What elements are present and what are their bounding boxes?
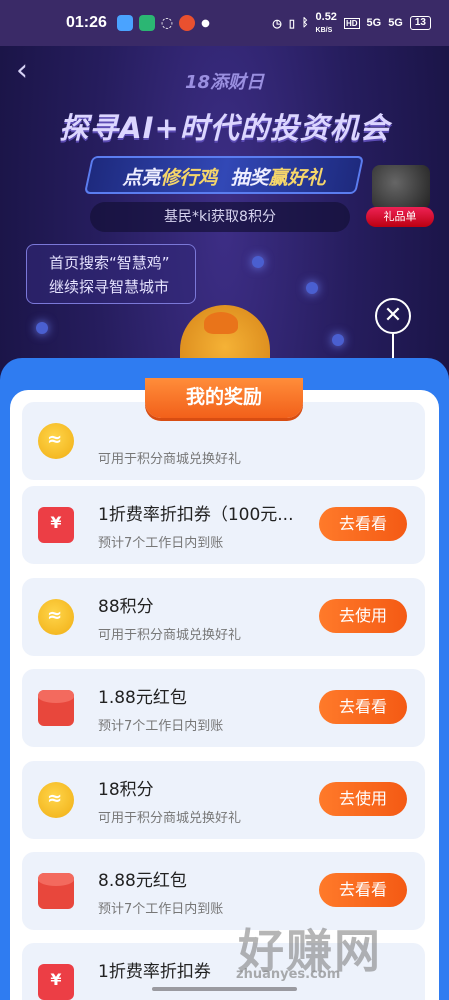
view-button[interactable]: 去看看 <box>319 690 407 724</box>
battery-icon: 13 <box>409 16 431 30</box>
item-title: 1折费率折扣券 <box>98 962 211 982</box>
search-tip-line1: 首页搜索“智慧鸡” <box>49 254 170 272</box>
status-system-icons: ◷ ▯ ᛒ 0.52 KB/S HD 5G 5G 13 <box>272 11 431 35</box>
modal-title: 我的奖励 <box>145 378 303 418</box>
map-dot <box>332 334 344 346</box>
subline-text: 点亮修行鸡 抽奖赢好礼 <box>122 167 326 189</box>
item-desc: 可用于积分商城兑换好礼 <box>98 628 242 643</box>
hd-badge: HD <box>343 17 360 29</box>
wechat-icon <box>138 15 155 31</box>
list-item: ≈ 88积分 可用于积分商城兑换好礼 去使用 <box>22 578 425 656</box>
list-item: ¥ 1折费率折扣券（100元... 预计7个工作日内到账 去看看 <box>22 486 425 564</box>
signal-5g-2: 5G <box>388 17 403 29</box>
item-desc: 预计7个工作日内到账 <box>98 536 224 551</box>
close-icon[interactable]: ✕ <box>375 298 411 334</box>
coupon-icon: ¥ <box>38 964 74 1000</box>
item-title: 8.88元红包 <box>98 871 187 891</box>
red-packet-icon <box>38 690 74 726</box>
reward-modal: ≈ 可用于积分商城兑换好礼 ¥ 1折费率折扣券（100元... 预计7个工作日内… <box>10 390 439 1000</box>
red-packet-icon <box>38 873 74 909</box>
search-tip-line2: 继续探寻智慧城市 <box>49 278 170 296</box>
status-app-icons: ◌ ● <box>116 15 210 31</box>
item-desc: 可用于积分商城兑换好礼 <box>98 452 242 467</box>
alarm-icon: ◷ <box>272 17 282 30</box>
use-button[interactable]: 去使用 <box>319 782 407 816</box>
points-banner: 基民*ki获取8积分 <box>90 202 350 232</box>
item-desc: 预计7个工作日内到账 <box>98 719 224 734</box>
net-speed: 0.52 KB/S <box>315 11 337 34</box>
home-indicator[interactable] <box>152 987 297 991</box>
dot-icon: ● <box>201 17 210 29</box>
view-button[interactable]: 去看看 <box>319 873 407 907</box>
list-item: ≈ 18积分 可用于积分商城兑换好礼 去使用 <box>22 761 425 839</box>
item-title: 1.88元红包 <box>98 688 187 708</box>
gift-box-icon <box>372 165 430 209</box>
coin-icon: ≈ <box>38 599 74 635</box>
item-title: 18积分 <box>98 780 154 800</box>
map-dot <box>36 322 48 334</box>
weibo-icon <box>179 15 196 31</box>
status-bar: 01:26 ◌ ● ◷ ▯ ᛒ 0.52 KB/S HD 5G 5G 13 <box>0 0 449 46</box>
watermark-url: zhuanyes.com <box>236 967 341 982</box>
item-title: 1折费率折扣券（100元... <box>98 505 294 525</box>
item-title: 88积分 <box>98 597 154 617</box>
list-item: 1.88元红包 预计7个工作日内到账 去看看 <box>22 669 425 747</box>
gift-list-button[interactable]: 礼品单 <box>366 165 434 229</box>
chat-icon: ◌ <box>160 15 174 31</box>
item-desc: 可用于积分商城兑换好礼 <box>98 811 242 826</box>
item-desc: 预计7个工作日内到账 <box>98 902 224 917</box>
coin-icon: ≈ <box>38 782 74 818</box>
gift-list-label: 礼品单 <box>366 207 434 227</box>
page-headline: 探寻AI+时代的投资机会 <box>59 111 390 145</box>
map-dot <box>306 282 318 294</box>
chicken-comb <box>204 312 238 334</box>
view-button[interactable]: 去看看 <box>319 507 407 541</box>
signal-5g-1: 5G <box>366 17 382 29</box>
use-button[interactable]: 去使用 <box>319 599 407 633</box>
cloud-icon <box>116 15 133 31</box>
status-time: 01:26 <box>66 14 107 31</box>
map-dot <box>252 256 264 268</box>
vibrate-icon: ▯ <box>288 17 295 30</box>
event-tag: 18添财日 <box>184 72 265 93</box>
bluetooth-icon: ᛒ <box>301 17 309 29</box>
coupon-icon: ¥ <box>38 507 74 543</box>
search-tip: 首页搜索“智慧鸡” 继续探寻智慧城市 <box>26 244 196 304</box>
coin-icon: ≈ <box>38 423 74 459</box>
